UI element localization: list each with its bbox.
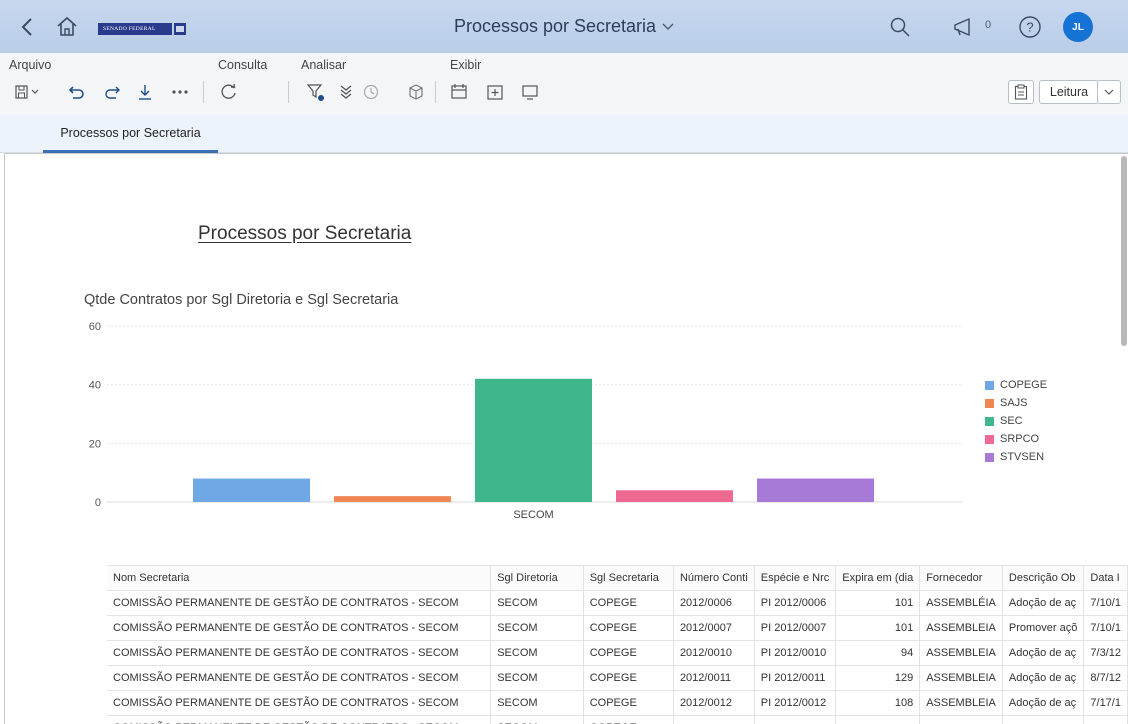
- table-cell: Adoção de aç: [1002, 640, 1085, 666]
- table-cell: COPEGE: [583, 615, 674, 641]
- table-cell: PI 2012/0012: [754, 690, 837, 716]
- data-table: Nom Secretaria Sgl Diretoria Sgl Secretari…: [107, 565, 1128, 724]
- table-viewport: Nom Secretaria Sgl Diretoria Sgl Secretari…: [0, 0, 1128, 724]
- table-cell: Promover açõ: [1002, 615, 1085, 641]
- table-cell: 129: [835, 665, 921, 691]
- table-row[interactable]: COMISSÃO PERMANENTE DE GESTÃO DE CONTRAT…: [107, 715, 1128, 724]
- table-cell: COPEGE: [583, 590, 674, 616]
- table-cell: SECOM: [490, 665, 584, 691]
- table-cell: 94: [835, 640, 921, 666]
- table-cell: 2012/0006: [673, 590, 755, 616]
- table-cell: SECOM: [490, 690, 584, 716]
- table-cell: Adoção de aç: [1002, 690, 1085, 716]
- table-cell: [835, 715, 921, 724]
- table-cell: COPEGE: [583, 715, 674, 724]
- table-header-row: Nom Secretaria Sgl Diretoria Sgl Secretari…: [107, 565, 1128, 591]
- table-cell: COMISSÃO PERMANENTE DE GESTÃO DE CONTRAT…: [107, 665, 492, 691]
- column-header[interactable]: Espécie e Nrc: [754, 565, 837, 591]
- table-cell: 7/17/1: [1083, 690, 1128, 716]
- table-cell: ASSEMBLEIA: [919, 640, 1003, 666]
- table-cell: SECOM: [490, 715, 584, 724]
- table-row[interactable]: COMISSÃO PERMANENTE DE GESTÃO DE CONTRAT…: [107, 665, 1128, 691]
- column-header[interactable]: Expira em (dia: [835, 565, 921, 591]
- column-header[interactable]: Nom Secretaria: [107, 565, 492, 591]
- column-header[interactable]: Data I: [1083, 565, 1128, 591]
- table-cell: 101: [835, 615, 921, 641]
- table-cell: 2012/0012: [673, 690, 755, 716]
- table-cell: Adoção de aç: [1002, 665, 1085, 691]
- table-cell: 101: [835, 590, 921, 616]
- table-row[interactable]: COMISSÃO PERMANENTE DE GESTÃO DE CONTRAT…: [107, 690, 1128, 716]
- table-cell: 108: [835, 690, 921, 716]
- table-cell: COMISSÃO PERMANENTE DE GESTÃO DE CONTRAT…: [107, 640, 492, 666]
- column-header[interactable]: Sgl Diretoria: [490, 565, 584, 591]
- table-cell: 7/3/12: [1083, 640, 1128, 666]
- table-cell: COMISSÃO PERMANENTE DE GESTÃO DE CONTRAT…: [107, 590, 492, 616]
- table-cell: 2012/0010: [673, 640, 755, 666]
- table-cell: SECOM: [490, 590, 584, 616]
- column-header[interactable]: Descrição Ob: [1002, 565, 1085, 591]
- column-header[interactable]: Sgl Secretaria: [583, 565, 674, 591]
- table-cell: COPEGE: [583, 640, 674, 666]
- table-cell: 2012/0007: [673, 615, 755, 641]
- table-row[interactable]: COMISSÃO PERMANENTE DE GESTÃO DE CONTRAT…: [107, 640, 1128, 666]
- table-cell: SECOM: [490, 640, 584, 666]
- table-cell: SECOM: [490, 615, 584, 641]
- table-cell: [1002, 715, 1085, 724]
- table-cell: ASSEMBLÉIA: [919, 590, 1003, 616]
- table-cell: COMISSÃO PERMANENTE DE GESTÃO DE CONTRAT…: [107, 690, 492, 716]
- table-cell: PI 2012/0010: [754, 640, 837, 666]
- table-cell: 8/7/12: [1083, 665, 1128, 691]
- table-cell: [673, 715, 755, 724]
- table-cell: PI 2012/0007: [754, 615, 837, 641]
- table-cell: 7/10/1: [1083, 615, 1128, 641]
- table-cell: Adoção de aç: [1002, 590, 1085, 616]
- table-row[interactable]: COMISSÃO PERMANENTE DE GESTÃO DE CONTRAT…: [107, 615, 1128, 641]
- table-cell: ASSEMBLEIA: [919, 690, 1003, 716]
- column-header[interactable]: Fornecedor: [919, 565, 1003, 591]
- table-cell: 7/10/1: [1083, 590, 1128, 616]
- table-cell: [1083, 715, 1128, 724]
- table-cell: COMISSÃO PERMANENTE DE GESTÃO DE CONTRAT…: [107, 615, 492, 641]
- table-cell: COPEGE: [583, 665, 674, 691]
- table-cell: ASSEMBLEIA: [919, 615, 1003, 641]
- table-cell: COPEGE: [583, 690, 674, 716]
- table-cell: PI 2012/0011: [754, 665, 837, 691]
- table-cell: 2012/0011: [673, 665, 755, 691]
- table-cell: PI 2012/0006: [754, 590, 837, 616]
- table-row[interactable]: COMISSÃO PERMANENTE DE GESTÃO DE CONTRAT…: [107, 590, 1128, 616]
- table-cell: ASSEMBLEIA: [919, 665, 1003, 691]
- table-cell: [754, 715, 837, 724]
- column-header[interactable]: Número Conti: [673, 565, 755, 591]
- table-cell: [919, 715, 1003, 724]
- table-cell: COMISSÃO PERMANENTE DE GESTÃO DE CONTRAT…: [107, 715, 492, 724]
